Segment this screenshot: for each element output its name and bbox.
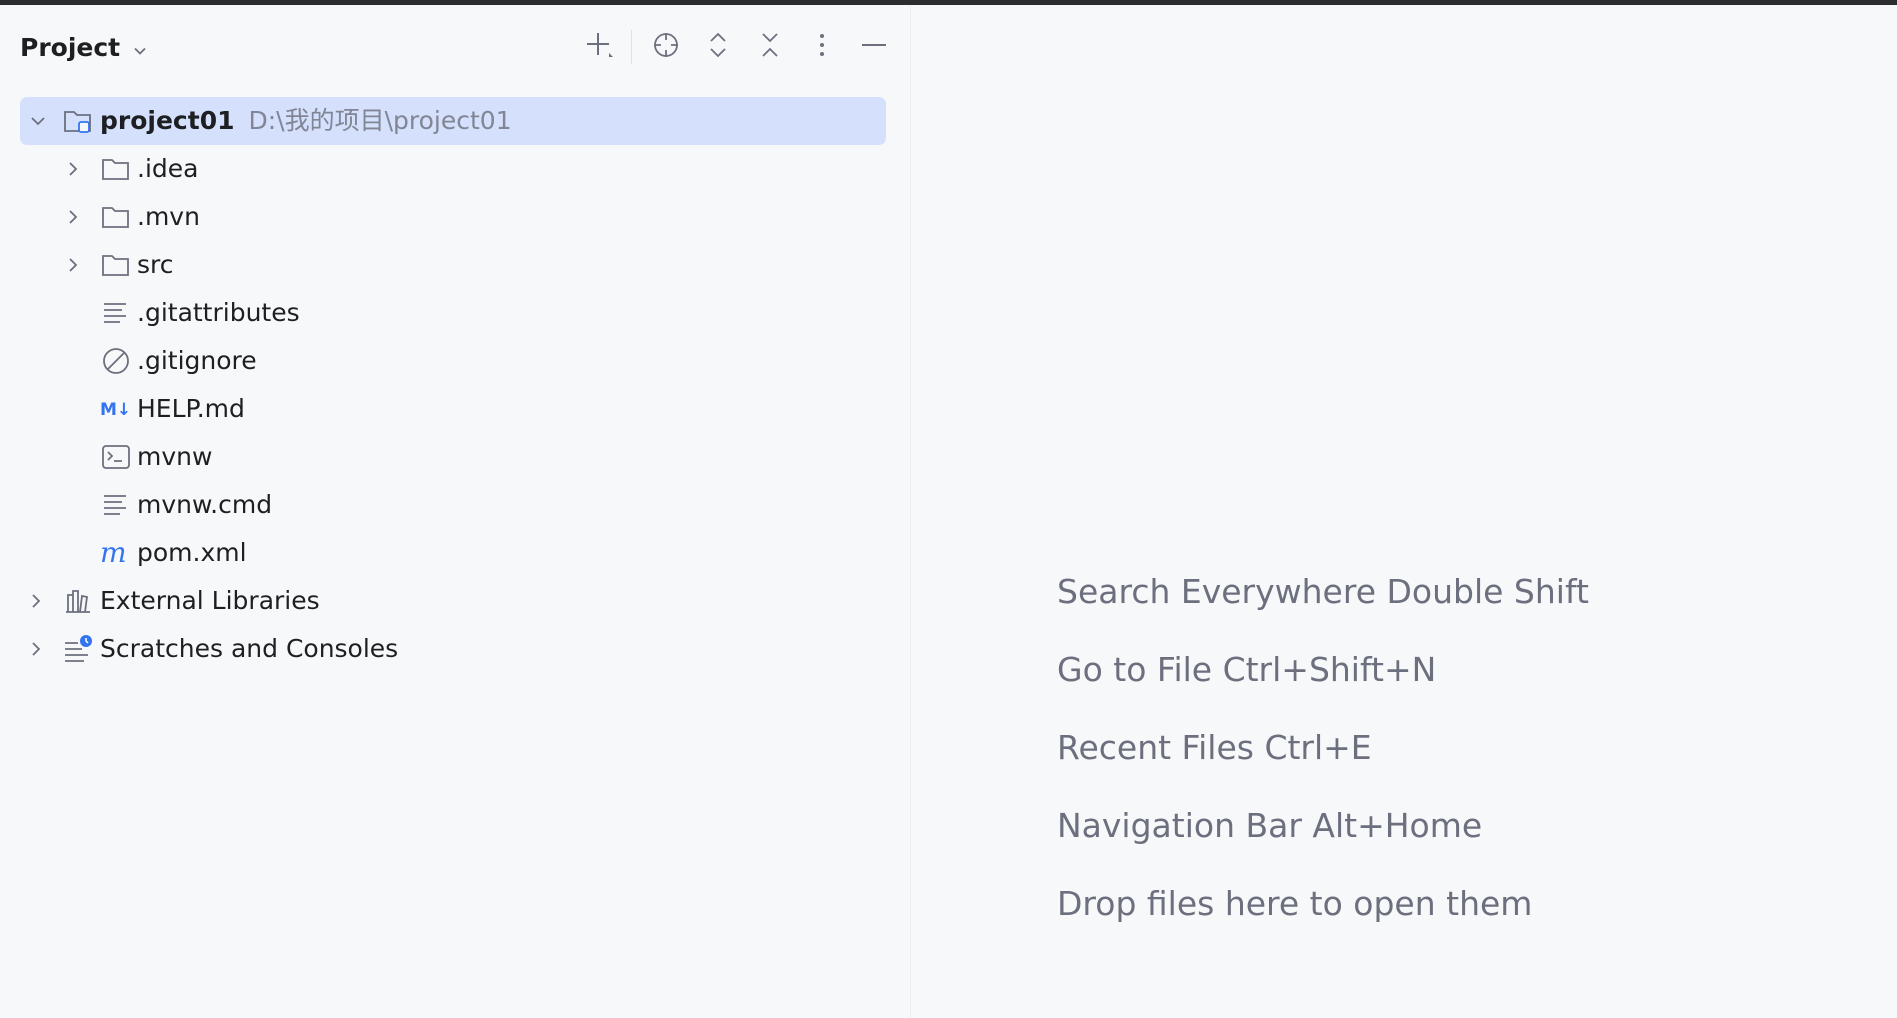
- tree-row-mvn[interactable]: .mvn: [0, 193, 910, 241]
- library-icon: [62, 585, 94, 617]
- hint-drop-files: Drop files here to open them: [1057, 884, 1533, 923]
- tree-row-help-md[interactable]: M↓ HELP.md: [0, 385, 910, 433]
- editor-hints: Search Everywhere Double Shift Go to Fil…: [1057, 570, 1589, 960]
- locate-icon: [650, 29, 682, 65]
- collapse-all-icon: [754, 29, 786, 65]
- editor-empty-area[interactable]: Search Everywhere Double Shift Go to Fil…: [911, 5, 1897, 1018]
- tree-item-label: HELP.md: [137, 394, 245, 423]
- hint-go-to-file: Go to File Ctrl+Shift+N: [1057, 650, 1437, 689]
- add-button[interactable]: [581, 29, 617, 65]
- add-icon: [583, 29, 615, 65]
- tree-item-label: .gitignore: [137, 346, 257, 375]
- project-tool-window: Project project01 D:\我的项目\project01 .ide…: [0, 5, 911, 1018]
- folder-icon: [100, 249, 132, 281]
- project-path: D:\我的项目\project01: [248, 106, 512, 135]
- chevron-down-icon[interactable]: [27, 110, 49, 132]
- hint-navigation-bar: Navigation Bar Alt+Home: [1057, 806, 1483, 845]
- project-toolbar: [565, 29, 892, 65]
- tree-row-src[interactable]: src: [0, 241, 910, 289]
- hint-recent-files: Recent Files Ctrl+E: [1057, 728, 1372, 767]
- tree-row-mvnw-cmd[interactable]: mvnw.cmd: [0, 481, 910, 529]
- tree-item-label: src: [137, 250, 174, 279]
- tree-item-label: mvnw: [137, 442, 213, 471]
- project-pane-header: Project: [0, 5, 910, 87]
- tree-item-label: External Libraries: [100, 586, 320, 615]
- tree-item-label: .gitattributes: [137, 298, 300, 327]
- tree-row-mvnw[interactable]: mvnw: [0, 433, 910, 481]
- tree-item-label: mvnw.cmd: [137, 490, 273, 519]
- tree-row-idea[interactable]: .idea: [0, 145, 910, 193]
- tree-item-label: pom.xml: [137, 538, 247, 567]
- chevron-right-icon[interactable]: [62, 158, 84, 180]
- minimize-icon: [858, 29, 890, 65]
- tree-item-label: .mvn: [137, 202, 200, 231]
- module-folder-icon: [62, 105, 94, 137]
- scratches-icon: [62, 633, 94, 665]
- folder-icon: [100, 153, 132, 185]
- folder-icon: [100, 201, 132, 233]
- toolbar-separator: [631, 30, 632, 64]
- project-view-selector[interactable]: Project: [20, 33, 150, 62]
- tree-row-project01[interactable]: project01 D:\我的项目\project01: [20, 97, 886, 145]
- ignore-file-icon: [100, 345, 132, 377]
- hide-pane-button[interactable]: [856, 29, 892, 65]
- markdown-icon: M↓: [100, 393, 132, 425]
- more-icon: [806, 29, 838, 65]
- tree-row-gitignore[interactable]: .gitignore: [0, 337, 910, 385]
- svg-text:M↓: M↓: [100, 400, 131, 420]
- project-tree: project01 D:\我的项目\project01 .idea .mvn s…: [0, 97, 910, 673]
- locate-file-button[interactable]: [648, 29, 684, 65]
- tree-row-external-libraries[interactable]: External Libraries: [0, 577, 910, 625]
- tree-item-label: Scratches and Consoles: [100, 634, 399, 663]
- chevron-right-icon[interactable]: [62, 206, 84, 228]
- expand-all-button[interactable]: [700, 29, 736, 65]
- text-file-icon: [100, 297, 132, 329]
- maven-icon: m: [100, 537, 132, 569]
- chevron-right-icon[interactable]: [62, 254, 84, 276]
- svg-text:m: m: [100, 537, 127, 569]
- expand-all-icon: [702, 29, 734, 65]
- project-pane-title: Project: [20, 33, 121, 62]
- tree-row-scratches[interactable]: Scratches and Consoles: [0, 625, 910, 673]
- tree-item-label: project01 D:\我的项目\project01: [100, 106, 512, 136]
- tree-item-label: .idea: [137, 154, 199, 183]
- chevron-right-icon[interactable]: [25, 590, 47, 612]
- project-name: project01: [100, 106, 235, 135]
- collapse-all-button[interactable]: [752, 29, 788, 65]
- chevron-down-icon: [130, 38, 150, 58]
- hint-search-everywhere: Search Everywhere Double Shift: [1057, 572, 1589, 611]
- shell-script-icon: [100, 441, 132, 473]
- text-file-icon: [100, 489, 132, 521]
- chevron-right-icon[interactable]: [25, 638, 47, 660]
- more-options-button[interactable]: [804, 29, 840, 65]
- tree-row-pom-xml[interactable]: m pom.xml: [0, 529, 910, 577]
- tree-row-gitattributes[interactable]: .gitattributes: [0, 289, 910, 337]
